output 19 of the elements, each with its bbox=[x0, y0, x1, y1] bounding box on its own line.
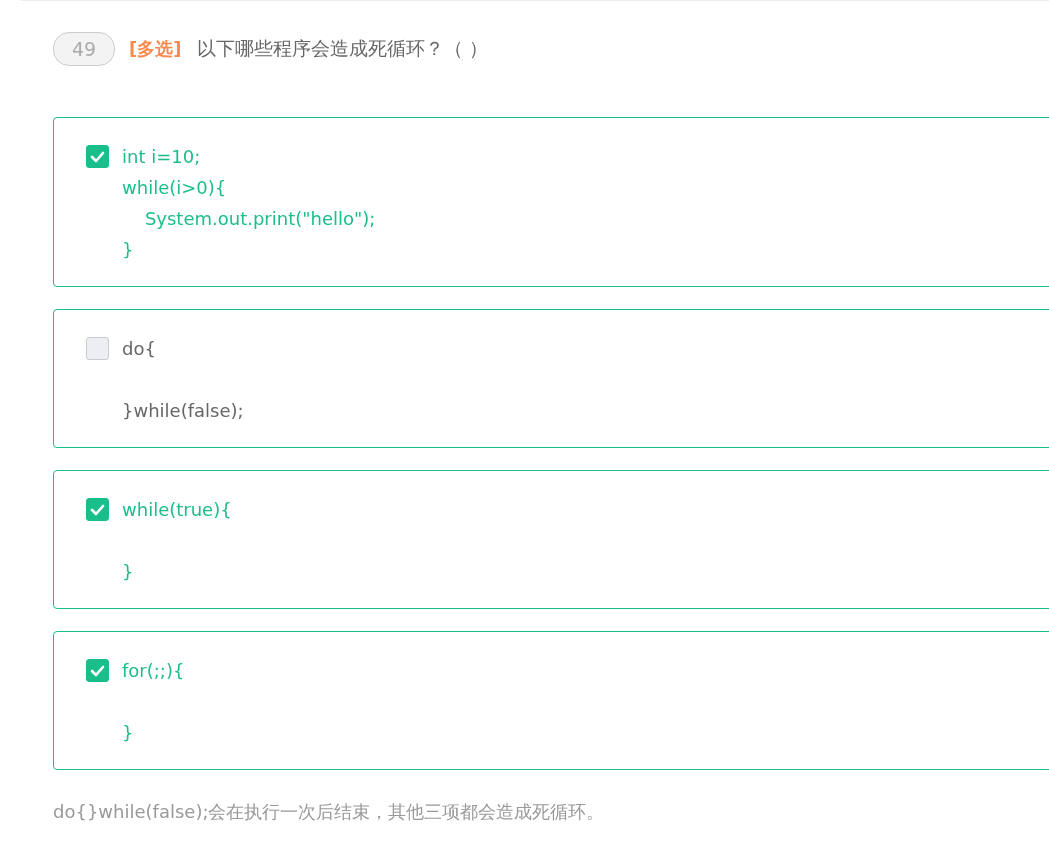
question-text: 以下哪些程序会造成死循环？（ ） bbox=[197, 36, 489, 61]
checkbox[interactable] bbox=[86, 498, 109, 521]
checkmark-icon bbox=[90, 664, 105, 677]
checkmark-icon bbox=[90, 150, 105, 163]
question-number: 49 bbox=[53, 32, 115, 66]
option-code: for(;;){ } bbox=[122, 659, 185, 745]
question-type: [多选] bbox=[129, 37, 182, 61]
explanation-text: do{}while(false);会在执行一次后结束，其他三项都会造成死循环。 bbox=[53, 800, 606, 824]
checkbox[interactable] bbox=[86, 659, 109, 682]
option-code: do{ }while(false); bbox=[122, 337, 244, 423]
option-card[interactable]: do{ }while(false); bbox=[53, 309, 1049, 448]
option-card[interactable]: int i=10; while(i>0){ System.out.print("hello"); } bbox=[53, 117, 1049, 287]
checkbox[interactable] bbox=[86, 337, 109, 360]
checkbox[interactable] bbox=[86, 145, 109, 168]
option-card[interactable]: while(true){ } bbox=[53, 470, 1049, 609]
option-code: while(true){ } bbox=[122, 498, 232, 584]
checkmark-icon bbox=[90, 503, 105, 516]
option-code: int i=10; while(i>0){ System.out.print("hello"); } bbox=[122, 145, 376, 262]
option-card[interactable]: for(;;){ } bbox=[53, 631, 1049, 770]
